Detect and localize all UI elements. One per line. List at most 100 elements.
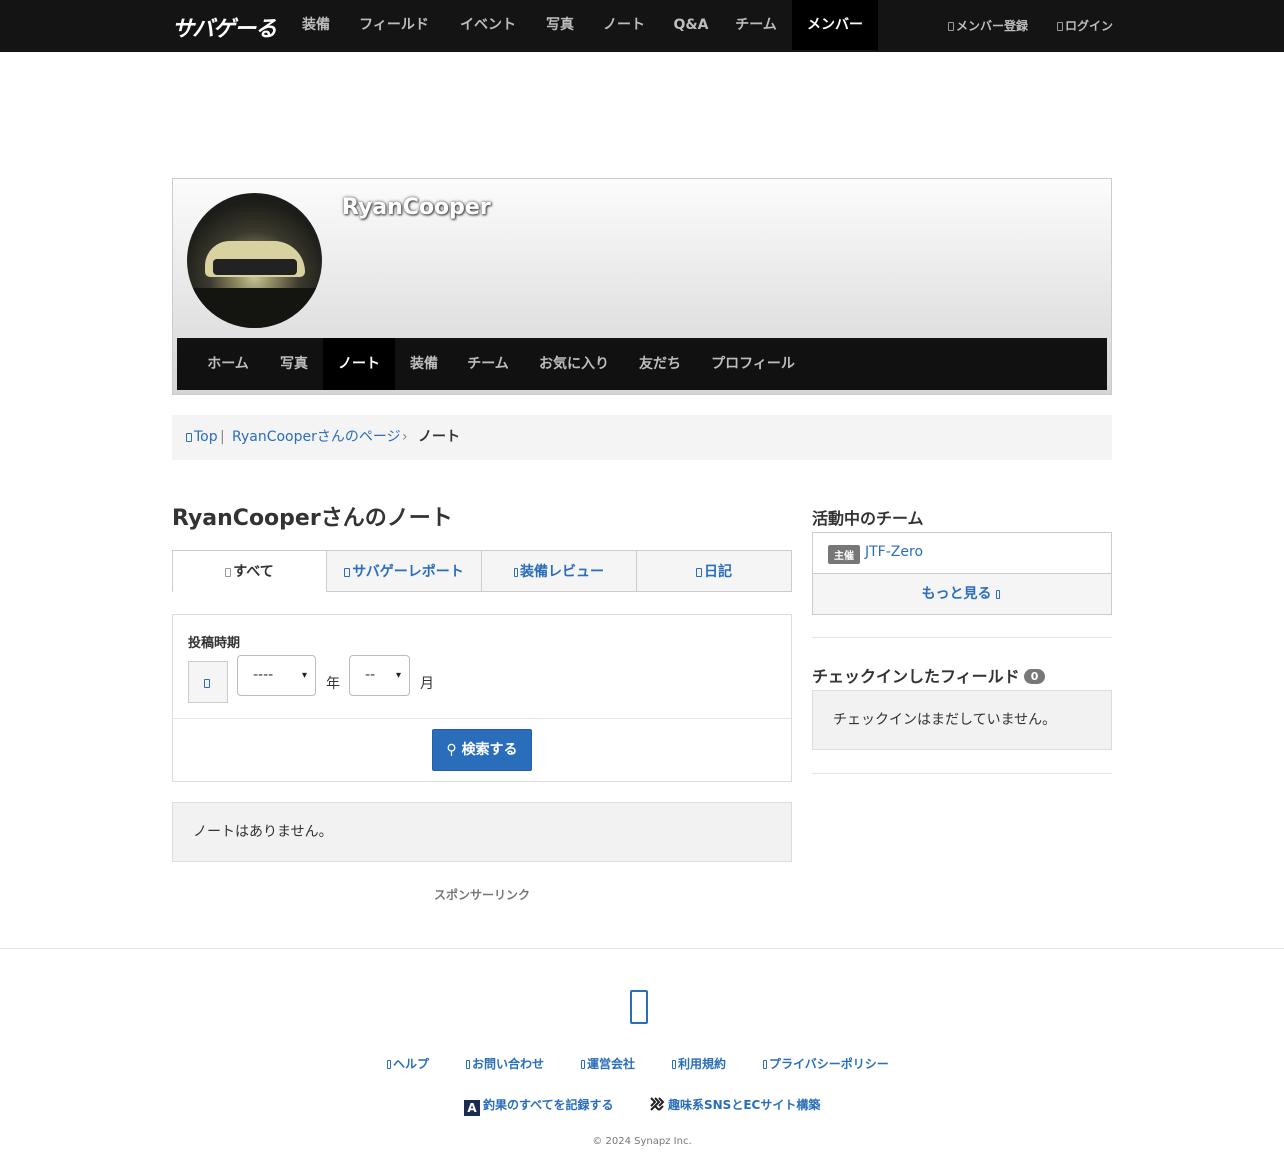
more-teams-label: もっと見る: [921, 586, 992, 602]
register-link[interactable]: メンバー登録: [948, 0, 1028, 52]
profile-tab-home[interactable]: ホーム: [195, 338, 261, 390]
checkin-count-badge: 0: [1023, 669, 1046, 684]
tab-report-label: サバゲーレポート: [352, 564, 464, 580]
more-teams-button[interactable]: もっと見る: [813, 574, 1111, 614]
footer-link-privacy[interactable]: プライバシーポリシー: [763, 1055, 889, 1072]
profile-tab-equipment[interactable]: 装備: [395, 338, 453, 390]
breadcrumb-top[interactable]: Top: [186, 415, 218, 460]
footer-link-contact[interactable]: お問い合わせ: [466, 1055, 544, 1072]
nav-item-qa[interactable]: Q&A: [662, 0, 720, 50]
nav-item-fields[interactable]: フィールド: [346, 0, 442, 50]
empty-notes-message: ノートはありません。: [172, 802, 792, 862]
breadcrumb: Top | RyanCooperさんのページ › ノート: [172, 415, 1112, 460]
footer-link-privacy-label: プライバシーポリシー: [769, 1057, 889, 1071]
active-teams-list: 主催 JTF-Zero もっと見る: [812, 532, 1112, 615]
footer-link-company-label: 運営会社: [587, 1057, 636, 1071]
filter-divider: [173, 718, 791, 719]
page-title: RyanCooperさんのノート: [172, 506, 453, 531]
nav-item-notes[interactable]: ノート: [590, 0, 658, 50]
tab-review-label: 装備レビュー: [520, 564, 604, 580]
profile-header: RyanCooper ホーム 写真 ノート 装備 チーム お気に入り 友だち プ…: [172, 178, 1112, 395]
organizer-badge: 主催: [828, 545, 860, 564]
avatar-road: [187, 288, 322, 328]
breadcrumb-top-label: Top: [194, 429, 218, 445]
month-unit: 月: [420, 676, 434, 692]
active-teams-heading: 活動中のチーム: [812, 509, 924, 528]
profile-name: RyanCooper: [342, 195, 491, 220]
profile-tab-favorites[interactable]: お気に入り: [529, 338, 619, 390]
user-plus-icon: [948, 22, 954, 31]
nav-item-members[interactable]: メンバー: [792, 0, 878, 50]
footer-promo-synapz[interactable]: 趣味系SNSとECサイト構築: [649, 1096, 820, 1113]
profile-tab-photos[interactable]: 写真: [265, 338, 323, 390]
breadcrumb-current: ノート: [418, 429, 460, 445]
year-select[interactable]: ---- ▾: [237, 655, 316, 696]
tab-equipment-review[interactable]: 装備レビュー: [481, 550, 637, 592]
profile-tab-teams[interactable]: チーム: [455, 338, 521, 390]
month-select[interactable]: -- ▾: [349, 655, 410, 696]
filter-label: 投稿時期: [188, 636, 241, 651]
tab-all-label: すべて: [233, 564, 274, 580]
footer-link-help-label: ヘルプ: [393, 1057, 430, 1071]
breadcrumb-divider: |: [220, 429, 225, 445]
tab-survival-game-report[interactable]: サバゲーレポート: [326, 550, 482, 592]
avatar[interactable]: [187, 193, 322, 328]
site-logo[interactable]: サバゲーる: [172, 11, 277, 43]
footer-link-contact-label: お問い合わせ: [472, 1057, 545, 1071]
year-select-value: ----: [253, 667, 274, 683]
nav-item-photos[interactable]: 写真: [534, 0, 586, 50]
checkin-heading: チェックインしたフィールド 0: [812, 663, 1046, 687]
home-icon: [186, 433, 192, 442]
chevron-down-icon: ▾: [301, 670, 307, 681]
month-select-value: --: [365, 667, 376, 683]
nav-item-teams[interactable]: チーム: [724, 0, 788, 50]
copyright: © 2024 Synapz Inc.: [592, 1136, 692, 1147]
checkin-empty-message: チェックインはまだしていません。: [812, 690, 1112, 750]
category-tabs: すべて サバゲーレポート 装備レビュー 日記: [172, 550, 792, 592]
sponsor-label: スポンサーリンク: [433, 888, 530, 902]
nav-item-equipment[interactable]: 装備: [290, 0, 342, 50]
list-item: 主催 JTF-Zero: [813, 533, 1111, 574]
tab-diary[interactable]: 日記: [636, 550, 792, 592]
nav-item-events[interactable]: イベント: [446, 0, 530, 50]
sidebar-divider: [812, 773, 1112, 774]
building-icon: [581, 1060, 585, 1069]
footer-promo-anglers-label: 釣果のすべてを記録する: [483, 1098, 614, 1112]
top-navbar: サバゲーる 装備 フィールド イベント 写真 ノート Q&A チーム メンバー …: [0, 0, 1284, 52]
footer-link-terms[interactable]: 利用規約: [672, 1055, 726, 1072]
chevron-right-icon: ›: [402, 429, 408, 445]
footer-promo-anglers[interactable]: A 釣果のすべてを記録する: [464, 1096, 613, 1116]
profile-tabs: ホーム 写真 ノート 装備 チーム お気に入り 友だち プロフィール: [177, 338, 1107, 390]
profile-tab-friends[interactable]: 友だち: [629, 338, 691, 390]
tab-diary-label: 日記: [704, 564, 732, 580]
synapz-logo-icon: [650, 1097, 665, 1111]
footer-link-company[interactable]: 運営会社: [581, 1055, 635, 1072]
help-icon: [387, 1060, 391, 1069]
register-label: メンバー登録: [956, 19, 1029, 33]
shield-icon: [763, 1060, 767, 1069]
login-label: ログイン: [1065, 19, 1114, 33]
list-icon: [225, 568, 232, 577]
profile-tab-profile[interactable]: プロフィール: [701, 338, 805, 390]
search-button[interactable]: ⚲ 検索する: [432, 729, 532, 771]
document-icon: [672, 1060, 676, 1069]
avatar-car-grille: [213, 259, 297, 275]
footer-divider: [0, 948, 1284, 949]
search-icon: ⚲: [446, 742, 462, 758]
login-icon: [1057, 22, 1063, 31]
checkin-heading-label: チェックインしたフィールド: [812, 667, 1020, 686]
login-link[interactable]: ログイン: [1057, 0, 1113, 52]
sidebar-divider: [812, 637, 1112, 638]
review-icon: [514, 568, 518, 577]
arrow-right-icon: [996, 590, 1001, 599]
calendar-button[interactable]: [188, 661, 228, 703]
note-filter-form: 投稿時期 ---- ▾ 年 -- ▾ 月 ⚲ 検索する: [172, 614, 792, 782]
tab-all[interactable]: すべて: [172, 550, 327, 592]
footer-logo-icon[interactable]: [630, 990, 648, 1024]
team-link[interactable]: JTF-Zero: [865, 544, 923, 560]
footer-promo-synapz-label: 趣味系SNSとECサイト構築: [668, 1098, 821, 1112]
anglers-logo-icon: A: [464, 1100, 480, 1116]
breadcrumb-user-page[interactable]: RyanCooperさんのページ: [232, 415, 401, 460]
profile-tab-notes[interactable]: ノート: [323, 338, 395, 390]
footer-link-help[interactable]: ヘルプ: [387, 1055, 429, 1072]
